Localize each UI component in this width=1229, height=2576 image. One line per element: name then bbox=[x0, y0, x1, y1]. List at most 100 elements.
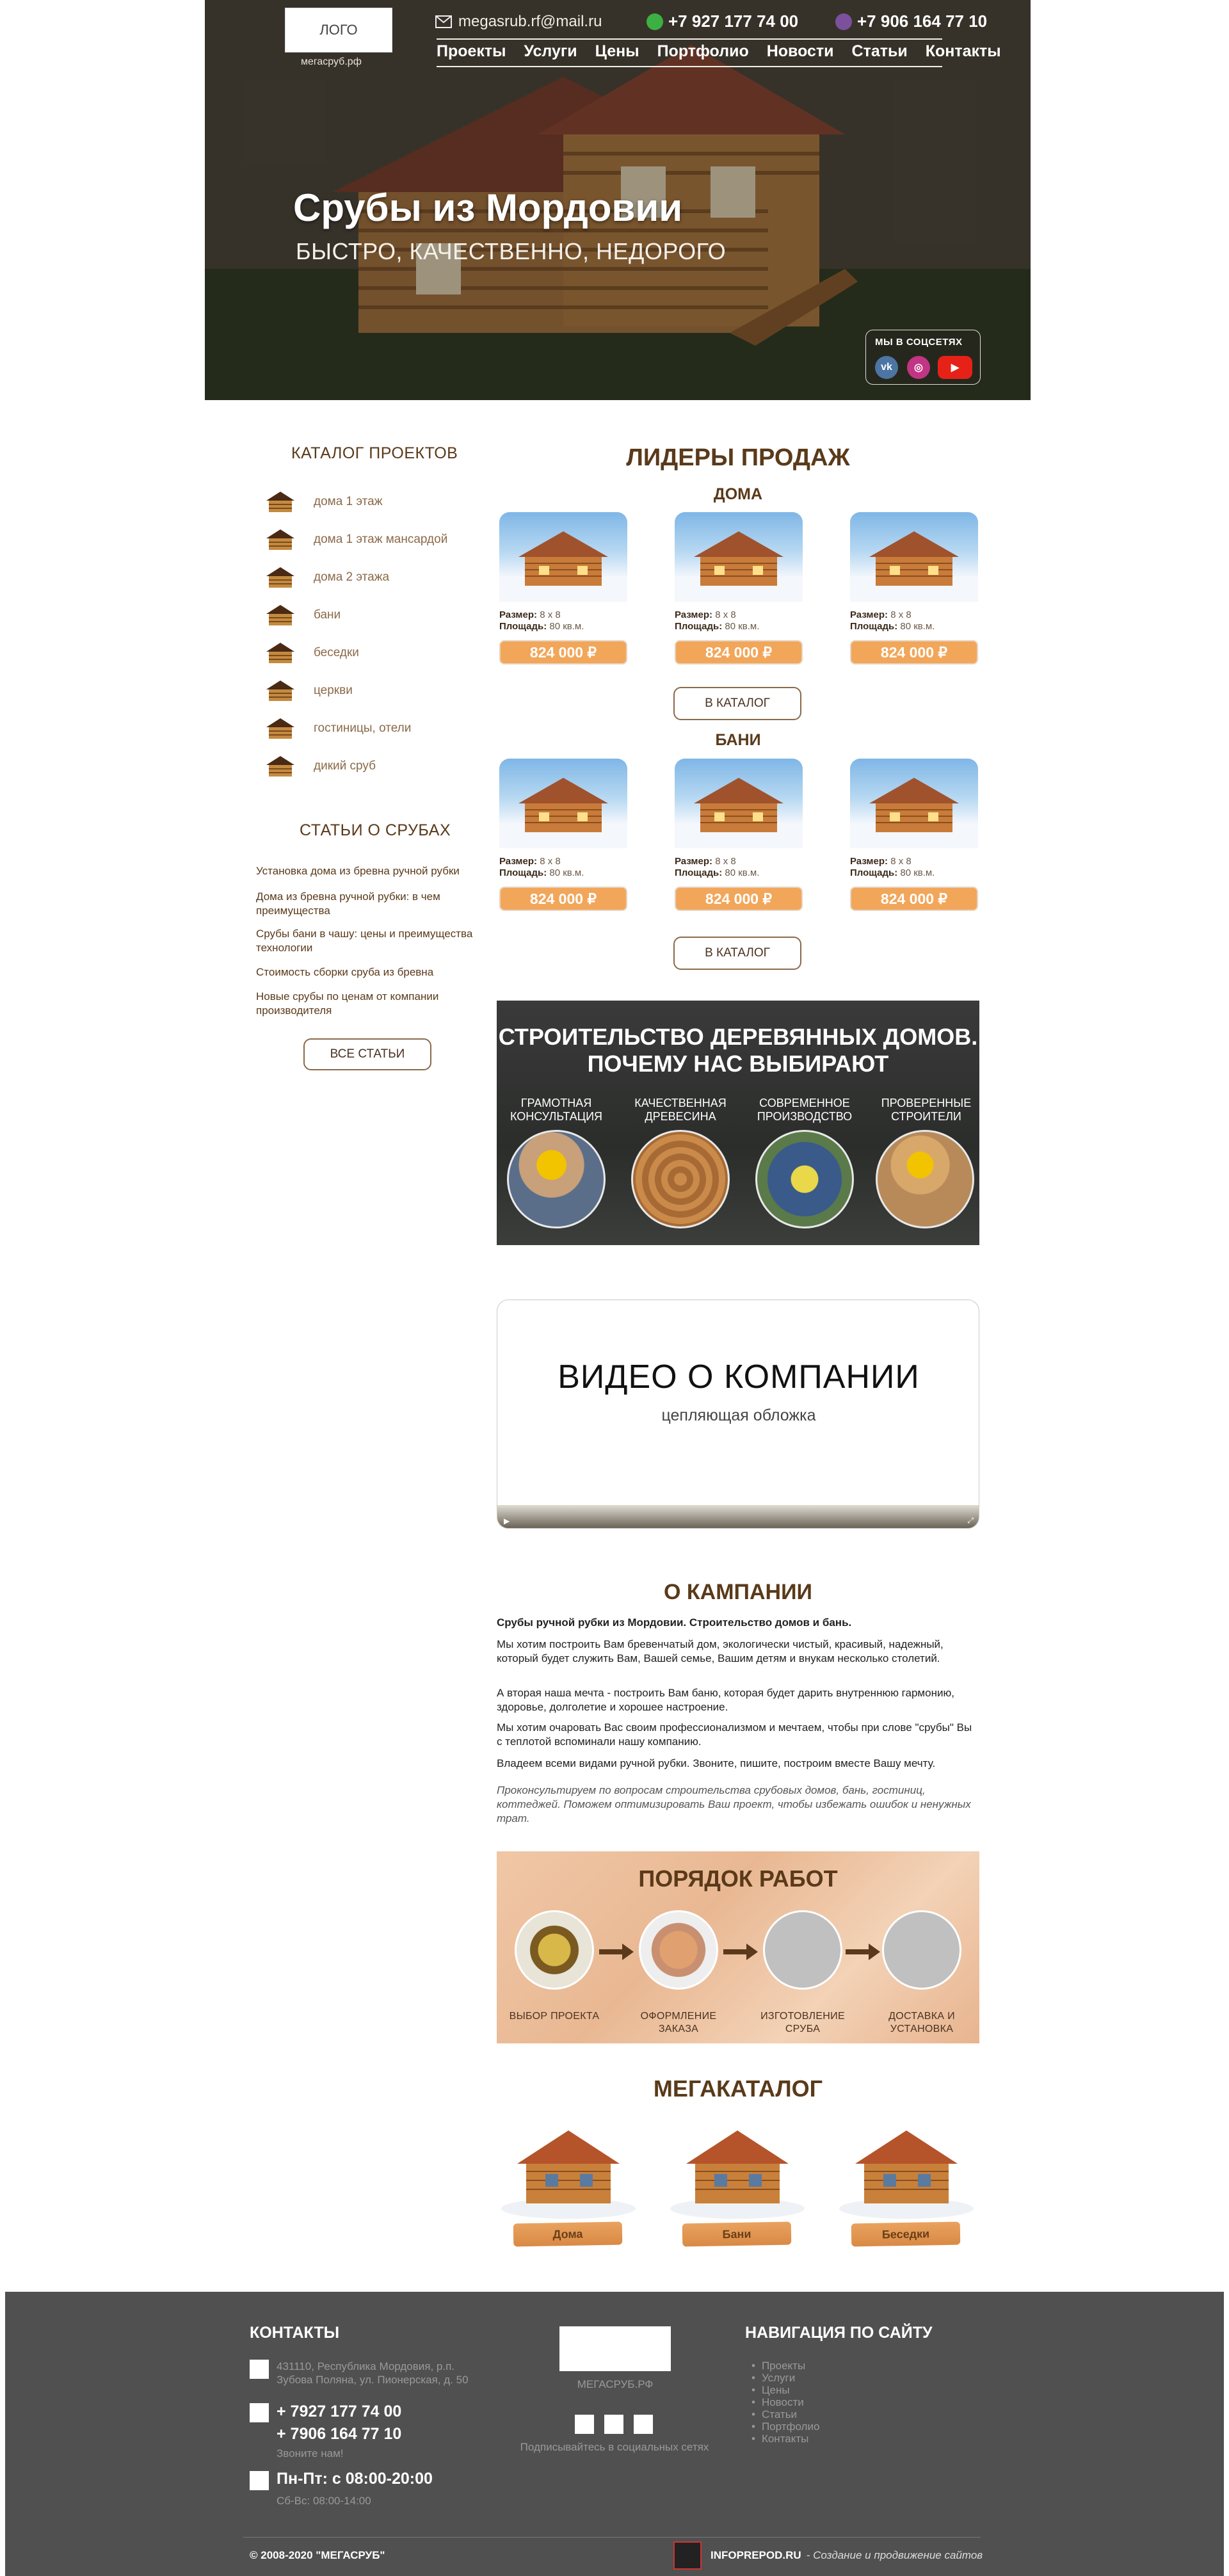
size-label: Размер: bbox=[850, 609, 888, 620]
video-player[interactable]: ВИДЕО О КОМПАНИИ цепляющая обложка ▶ ⤢ bbox=[497, 1300, 979, 1529]
footer-nav-link[interactable]: • Портфолио bbox=[751, 2420, 819, 2433]
email-link[interactable]: megasrub.rf@mail.ru bbox=[435, 13, 602, 31]
vk-icon[interactable]: vk bbox=[875, 356, 898, 379]
houses-catalog-button[interactable]: В КАТАЛОГ bbox=[673, 687, 801, 720]
catalog-item[interactable]: церкви bbox=[264, 677, 353, 705]
article-link-4[interactable]: Стоимость сборки сруба из бревна bbox=[256, 965, 480, 979]
price-button[interactable]: 824 000 ₽ bbox=[675, 887, 803, 911]
house-card[interactable]: Размер: 8 х 8 Площадь: 80 кв.м. 824 000 ₽ bbox=[850, 512, 978, 664]
social-icon[interactable] bbox=[634, 2415, 653, 2434]
catalog-item[interactable]: бани bbox=[264, 601, 341, 629]
house-card[interactable]: Размер: 8 х 8 Площадь: 80 кв.м. 824 000 ₽ bbox=[499, 512, 627, 664]
article-link-3[interactable]: Срубы бани в чашу: цены и преимущества т… bbox=[256, 927, 480, 955]
nav-contacts[interactable]: Контакты bbox=[926, 42, 1001, 61]
catalog-item[interactable]: дикий сруб bbox=[264, 752, 376, 780]
why-us-title-line1: СТРОИТЕЛЬСТВО ДЕРЕВЯННЫХ ДОМОВ. bbox=[498, 1024, 978, 1050]
megacatalog-houses[interactable]: Дома bbox=[498, 2113, 639, 2253]
catalog-item-label: дома 1 этаж bbox=[314, 495, 383, 508]
order-title: ПОРЯДОК РАБОТ bbox=[638, 1865, 838, 1892]
area-row: Площадь: 80 кв.м. bbox=[499, 621, 627, 632]
nav-projects[interactable]: Проекты bbox=[437, 42, 506, 61]
play-icon[interactable]: ▶ bbox=[504, 1517, 510, 1525]
footer-nav-link[interactable]: • Новости bbox=[751, 2396, 804, 2408]
video-controls[interactable]: ▶ ⤢ bbox=[497, 1505, 979, 1528]
bath-card[interactable]: Размер: 8 х 8 Площадь: 80 кв.м. 824 000 ₽ bbox=[675, 759, 803, 911]
logs-photo bbox=[631, 1130, 730, 1228]
footer-logo[interactable] bbox=[559, 2326, 671, 2371]
size-label: Размер: bbox=[499, 609, 538, 620]
why-label-consult: ГРАМОТНАЯ КОНСУЛЬТАЦИЯ bbox=[502, 1097, 611, 1123]
step-label-line: ОФОРМЛЕНИЕ bbox=[640, 2011, 717, 2022]
megacatalog-label[interactable]: Бани bbox=[682, 2221, 792, 2247]
catalog-item[interactable]: дома 2 этажа bbox=[264, 563, 389, 592]
footer-nav-link[interactable]: • Цены bbox=[751, 2384, 790, 2396]
phone1-text: +7 927 177 74 00 bbox=[668, 12, 799, 31]
developer-name: INFOPREPOD.RU bbox=[711, 2549, 801, 2561]
price-button[interactable]: 824 000 ₽ bbox=[675, 640, 803, 664]
all-articles-button[interactable]: ВСЕ СТАТЬИ bbox=[303, 1038, 431, 1070]
article-link-1[interactable]: Установка дома из бревна ручной рубки bbox=[256, 864, 480, 878]
article-link-5[interactable]: Новые срубы по ценам от компании произво… bbox=[256, 990, 480, 1018]
social-icon[interactable] bbox=[604, 2415, 623, 2434]
catalog-item[interactable]: дома 1 этаж bbox=[264, 488, 382, 516]
social-icon[interactable] bbox=[575, 2415, 594, 2434]
megacatalog-label[interactable]: Дома bbox=[513, 2221, 623, 2247]
area-label: Площадь: bbox=[675, 867, 723, 878]
nav-portfolio[interactable]: Портфолио bbox=[657, 42, 749, 61]
consultant-photo bbox=[507, 1130, 606, 1228]
price-button[interactable]: 824 000 ₽ bbox=[850, 640, 978, 664]
catalog-item[interactable]: гостиницы, отели bbox=[264, 714, 411, 743]
megacatalog-baths[interactable]: Бани bbox=[667, 2113, 808, 2253]
about-paragraph-5: Проконсультируем по вопросам строительст… bbox=[497, 1784, 971, 1824]
price-button[interactable]: 824 000 ₽ bbox=[499, 640, 627, 664]
footer-call-us: Звоните нам! bbox=[277, 2447, 344, 2459]
why-label-line: КАЧЕСТВЕННАЯ bbox=[634, 1097, 727, 1109]
about-lead: Срубы ручной рубки из Мордовии. Строител… bbox=[497, 1616, 852, 1629]
catalog-item[interactable]: беседки bbox=[264, 639, 359, 667]
bath-card[interactable]: Размер: 8 х 8 Площадь: 80 кв.м. 824 000 ₽ bbox=[499, 759, 627, 911]
price-button[interactable]: 824 000 ₽ bbox=[499, 887, 627, 911]
megacatalog-label[interactable]: Беседки bbox=[851, 2221, 961, 2247]
area-value: 80 кв.м. bbox=[900, 867, 935, 878]
catalog-item[interactable]: дома 1 этаж мансардой bbox=[264, 526, 447, 554]
size-row: Размер: 8 х 8 bbox=[499, 609, 627, 621]
step-delivery-image bbox=[882, 1910, 961, 1990]
fullscreen-icon[interactable]: ⤢ bbox=[967, 1516, 974, 1525]
phone-viber[interactable]: +7 906 164 77 10 bbox=[835, 12, 987, 31]
footer-phone-2[interactable]: + 7906 164 77 10 bbox=[277, 2423, 401, 2445]
nav-services[interactable]: Услуги bbox=[524, 42, 577, 61]
bath-card[interactable]: Размер: 8 х 8 Площадь: 80 кв.м. 824 000 ₽ bbox=[850, 759, 978, 911]
location-icon bbox=[250, 2360, 269, 2379]
price-button[interactable]: 824 000 ₽ bbox=[850, 887, 978, 911]
instagram-icon[interactable]: ◎ bbox=[907, 356, 930, 379]
developer-logo[interactable] bbox=[673, 2541, 702, 2570]
why-label-line: ГРАМОТНАЯ bbox=[520, 1097, 592, 1109]
phone-whatsapp[interactable]: +7 927 177 74 00 bbox=[647, 12, 798, 31]
logo[interactable]: ЛОГО bbox=[285, 8, 392, 52]
nav-news[interactable]: Новости bbox=[767, 42, 834, 61]
footer-nav-link[interactable]: • Контакты bbox=[751, 2433, 808, 2445]
nav-prices[interactable]: Цены bbox=[595, 42, 639, 61]
developer-credit[interactable]: INFOPREPOD.RU - Создание и продвижение с… bbox=[711, 2549, 983, 2562]
footer-phone-1[interactable]: + 7927 177 74 00 bbox=[277, 2401, 401, 2423]
article-link-2[interactable]: Дома из бревна ручной рубки: в чем преим… bbox=[256, 890, 480, 918]
house-card[interactable]: Размер: 8 х 8 Площадь: 80 кв.м. 824 000 ₽ bbox=[675, 512, 803, 664]
video-title: ВИДЕО О КОМПАНИИ bbox=[558, 1358, 920, 1396]
bullet-icon: • bbox=[751, 2408, 755, 2420]
log-house-icon bbox=[264, 527, 297, 552]
youtube-icon[interactable]: ▶ bbox=[938, 356, 972, 379]
footer-nav-link[interactable]: • Услуги bbox=[751, 2372, 795, 2384]
nav-articles[interactable]: Статьи bbox=[852, 42, 908, 61]
bullet-icon: • bbox=[751, 2384, 755, 2396]
megacatalog-gazebos[interactable]: Беседки bbox=[836, 2113, 977, 2253]
footer-nav-link[interactable]: • Статьи bbox=[751, 2408, 797, 2420]
size-value: 8 х 8 bbox=[540, 856, 561, 867]
product-meta: Размер: 8 х 8 Площадь: 80 кв.м. bbox=[675, 856, 803, 879]
footer-nav-link[interactable]: • Проекты bbox=[751, 2360, 805, 2372]
builder-photo bbox=[876, 1130, 974, 1228]
baths-catalog-button[interactable]: В КАТАЛОГ bbox=[673, 937, 801, 970]
why-label-production: СОВРЕМЕННОЕ ПРОИЗВОДСТВО bbox=[750, 1097, 859, 1123]
step-label-line: ЗАКАЗА bbox=[658, 2024, 699, 2034]
area-row: Площадь: 80 кв.м. bbox=[675, 621, 803, 632]
area-row: Площадь: 80 кв.м. bbox=[850, 621, 978, 632]
